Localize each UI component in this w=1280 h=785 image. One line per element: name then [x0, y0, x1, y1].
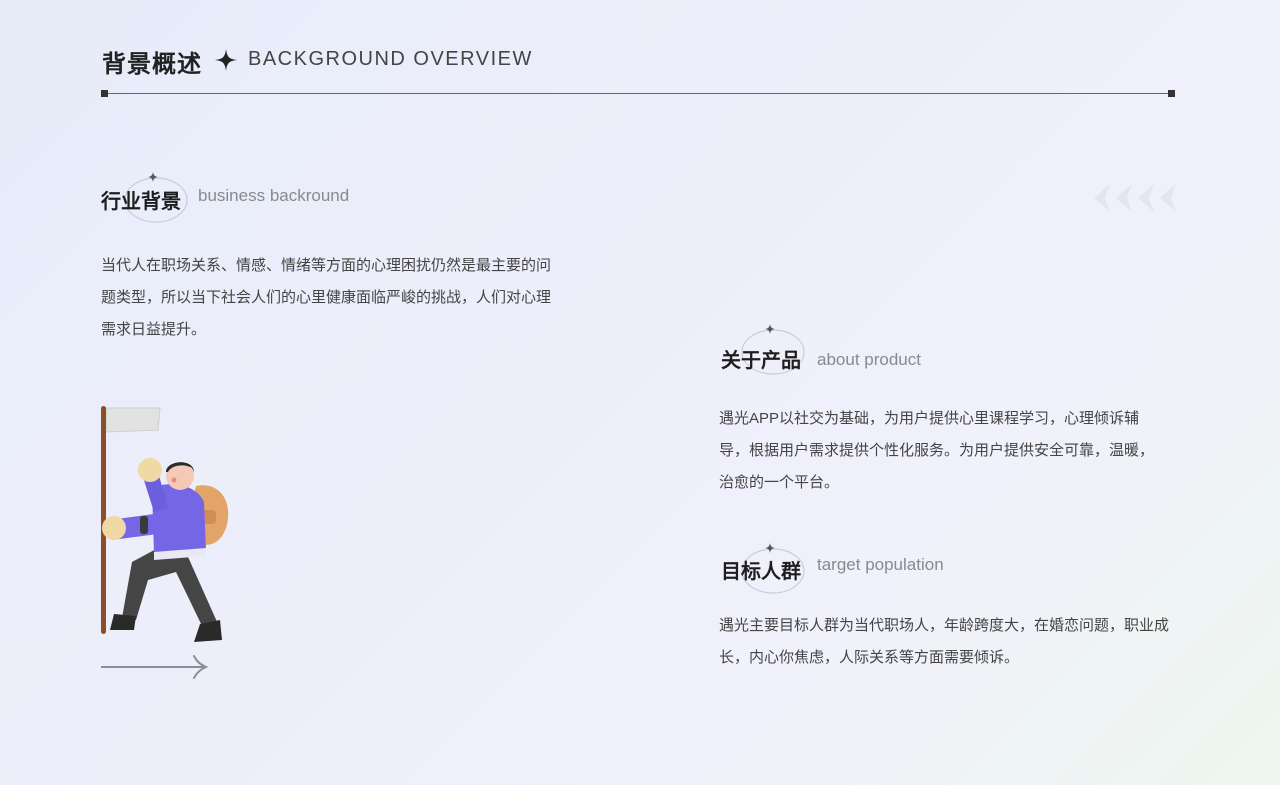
section-title: 关于产品: [721, 350, 801, 372]
section-body: 当代人在职场关系、情感、情绪等方面的心理困扰仍然是最主要的问题类型，所以当下社会…: [101, 257, 552, 338]
right-arrow-icon: [101, 655, 209, 679]
section-body: 遇光APP以社交为基础，为用户提供心里课程学习，心理倾诉辅导，根据用户需求提供个…: [719, 410, 1155, 491]
divider-end-dot: [1168, 90, 1175, 97]
divider-end-dot: [101, 90, 108, 97]
four-point-star-icon: [215, 49, 237, 71]
left-chevrons-icon: [1094, 184, 1176, 212]
section-title: 行业背景: [101, 191, 181, 213]
section-subtitle: about product: [817, 350, 921, 369]
page-subtitle: BACKGROUND OVERVIEW: [248, 48, 533, 70]
section-subtitle: target population: [817, 555, 944, 574]
section-body: 遇光主要目标人群为当代职场人，年龄跨度大，在婚恋问题，职业成长，内心你焦虑，人际…: [719, 617, 1170, 666]
page-title: 背景概述: [102, 51, 202, 78]
header-divider: [104, 93, 1172, 94]
section-title: 目标人群: [721, 561, 801, 583]
section-subtitle: business backround: [198, 186, 350, 205]
hiker-with-flag-illustration: [101, 406, 229, 642]
